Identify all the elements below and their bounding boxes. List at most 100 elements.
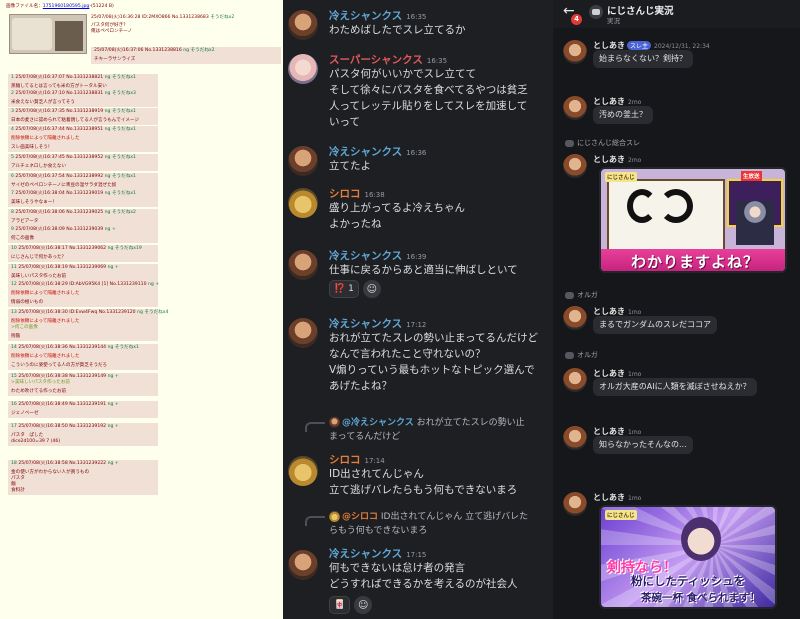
sodane-button[interactable]: + (155, 282, 159, 287)
message: 冷えシャンクス 17:12 おれが立てたスレの勢い止まってるんだけど なんで言われ… (283, 312, 553, 408)
sodane-button[interactable]: そうだねx1 (112, 127, 136, 132)
op-sodane[interactable]: そうだねx2 (210, 15, 234, 20)
person-shape (55, 21, 83, 51)
ng-link[interactable]: ng (148, 282, 154, 287)
sodane-button[interactable]: そうだねx2 (112, 210, 136, 215)
ng-link[interactable]: ng (108, 402, 114, 407)
ng-link[interactable]: ng (105, 155, 111, 160)
reply-number: 5 (11, 155, 14, 160)
sodane-button[interactable]: そうだねx1 (112, 75, 136, 80)
username[interactable]: スーパーシャンクス 16:35 (329, 52, 447, 67)
ng-link[interactable]: ng (108, 345, 114, 350)
avatar[interactable] (563, 154, 587, 178)
sodane-button[interactable]: そうだねx1 (112, 109, 136, 114)
avatar[interactable] (288, 318, 318, 348)
ng-link[interactable]: ng (105, 174, 111, 179)
section-header[interactable]: にじさんじ総合スレ (565, 138, 640, 148)
avatar[interactable] (563, 426, 587, 450)
reply-reference[interactable]: @冷えシャンクス おれが立てたスレの勢い止 まってるんだけど (305, 416, 545, 444)
username[interactable]: 冷えシャンクス 17:12 (329, 316, 426, 331)
reply-post: 15 25/07/08(火)16:38:38 No.1331239149 ng … (8, 373, 158, 396)
ng-link[interactable]: ng (105, 127, 111, 132)
avatar[interactable] (563, 40, 587, 64)
ng-link[interactable]: ng (105, 227, 111, 232)
sodane-button[interactable]: そうだねx1 (112, 191, 136, 196)
attached-image[interactable]: にじさんじ 生放送 わかりますよね？ (599, 167, 787, 273)
username[interactable]: としあき 2mo (593, 154, 641, 165)
ng-link[interactable]: ng (105, 91, 111, 96)
username[interactable]: としあき 1mo (593, 492, 641, 503)
show-logo: にじさんじ (605, 510, 637, 520)
reply-meta: 25/07/08(火)16:38:38 No.1331239149 (18, 374, 107, 379)
ng-link[interactable]: ng (108, 374, 114, 379)
section-header[interactable]: オルガ (565, 290, 598, 300)
file-link[interactable]: 1751960180595.jpg (43, 4, 90, 9)
username[interactable]: シロコ 16:38 (329, 186, 385, 201)
username[interactable]: 冷えシャンクス 16:36 (329, 144, 426, 159)
reply-text: 残骸 (11, 334, 21, 339)
username[interactable]: 冷えシャンクス 17:15 (329, 546, 426, 561)
avatar[interactable] (288, 550, 318, 580)
sodane-button[interactable]: + (115, 374, 119, 379)
reply-post: 10 25/07/08(火)16:38:17 No.1331239062 ng … (8, 245, 158, 262)
quote-text: >美味しいパスタ作ったお前 (11, 380, 70, 385)
ng-link[interactable]: ng (105, 109, 111, 114)
reply-number: 18 (11, 461, 17, 466)
ng-link[interactable]: ng (108, 246, 114, 251)
ng-link[interactable]: ng (183, 48, 189, 53)
ng-link[interactable]: ng (137, 310, 143, 315)
sodane-button[interactable]: + (115, 265, 119, 270)
reaction-pill[interactable]: ⁉️ 1 (329, 280, 359, 298)
message: 冷えシャンクス 16:39 仕事に戻るからあと適当に伸ばしといて ⁉️ 1 ☺ (283, 244, 553, 300)
ng-link[interactable]: ng (105, 191, 111, 196)
message-body: 仕事に戻るからあと適当に伸ばしといて (329, 264, 518, 276)
sodane-button[interactable]: + (115, 402, 119, 407)
reply-text: 日本の麦さに認められて粘着親してる人が言うもんでイメージ (11, 118, 140, 123)
sodane-button[interactable]: + (112, 227, 116, 232)
op-reply: 25/07/08(火)16:37:06 No.1331238816 ng そうだ… (91, 47, 281, 64)
avatar[interactable] (563, 96, 587, 120)
reaction-pill[interactable]: 🀄 (329, 596, 351, 614)
reply-post: 13 25/07/08(火)16:38:30 ID:Evw4Fwq No.133… (8, 309, 168, 341)
add-reaction-icon[interactable]: ☺ (354, 596, 373, 614)
section-header[interactable]: オルガ (565, 350, 598, 360)
quote-text: >何この画像 (11, 325, 38, 330)
username[interactable]: シロコ 17:14 (329, 452, 385, 467)
avatar[interactable] (563, 368, 587, 392)
sodane-button[interactable]: そうだねx1 (115, 345, 139, 350)
username[interactable]: 冷えシャンクス 16:39 (329, 248, 426, 263)
add-reaction-icon[interactable]: ☺ (362, 280, 381, 298)
sodane-button[interactable]: そうだねx19 (115, 246, 142, 251)
sodane-button[interactable]: そうだねx2 (191, 48, 215, 53)
deletion-notice: 削除依頼によって隔離されました (11, 354, 80, 359)
avatar[interactable] (288, 188, 318, 218)
sodane-button[interactable]: + (115, 461, 119, 466)
ng-link[interactable]: ng (105, 210, 111, 215)
avatar[interactable] (563, 306, 587, 330)
sodane-button[interactable]: そうだねx1 (112, 155, 136, 160)
avatar[interactable] (563, 492, 587, 516)
reply-meta: 25/07/08(火)16:37:07 No.1331238821 (15, 75, 104, 80)
attached-image[interactable]: にじさんじ 剣持なら！ 粉にしたティッシュを 茶碗一杯 食べられます！ (599, 505, 777, 609)
avatar[interactable] (288, 456, 318, 486)
hash-icon (565, 351, 574, 359)
avatar[interactable] (288, 10, 318, 40)
sodane-button[interactable]: + (115, 424, 119, 429)
reply-number: 7 (11, 191, 14, 196)
ng-link[interactable]: ng (108, 461, 114, 466)
ng-link[interactable]: ng (108, 265, 114, 270)
avatar[interactable] (288, 146, 318, 176)
op-thumbnail[interactable] (9, 14, 87, 54)
reply-text: アルチェネロしか食えない (11, 164, 67, 169)
sodane-button[interactable]: そうだねx3 (112, 91, 136, 96)
ng-link[interactable]: ng (108, 424, 114, 429)
avatar[interactable] (288, 250, 318, 280)
reply-post: 3 25/07/08(火)16:37:35 No.1331238919 ng そ… (8, 108, 158, 125)
message: @シロコ ID出されてんじゃん 立て逃げバレた らもう何もできないまろ 冷えシャ… (283, 510, 553, 619)
username[interactable]: 冷えシャンクス 16:35 (329, 8, 426, 23)
reply-reference[interactable]: @シロコ ID出されてんじゃん 立て逃げバレた らもう何もできないまろ (305, 510, 545, 538)
sodane-button[interactable]: そうだねx4 (144, 310, 168, 315)
ng-link[interactable]: ng (105, 75, 111, 80)
avatar[interactable] (288, 54, 318, 84)
sodane-button[interactable]: そうだねx1 (112, 174, 136, 179)
